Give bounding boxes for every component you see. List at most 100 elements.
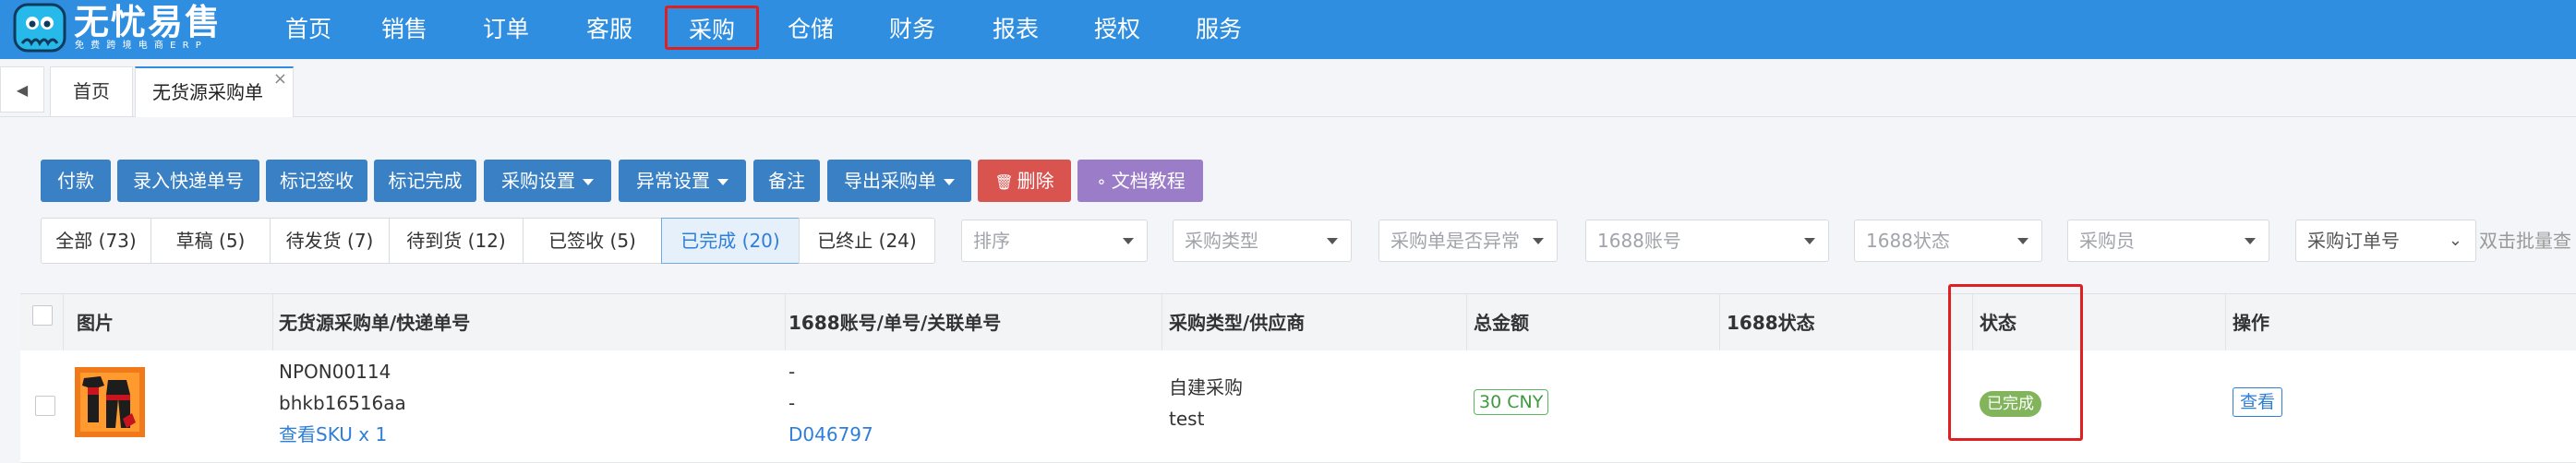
app-logo-text: 无忧易售 xyxy=(74,2,223,42)
nav-item-service[interactable]: 服务 xyxy=(1184,0,1254,59)
nav-item-reports[interactable]: 报表 xyxy=(981,0,1051,59)
purchase-order-number: NPON00114 xyxy=(279,361,391,383)
pay-button[interactable]: 付款 xyxy=(41,160,111,202)
chevron-down-icon xyxy=(1804,238,1815,244)
related-order-link[interactable]: D046797 xyxy=(788,419,873,450)
exception-status-select[interactable]: 采购单是否异常 xyxy=(1378,220,1558,262)
sort-select-placeholder: 排序 xyxy=(973,230,1010,252)
chevron-down-icon xyxy=(583,179,594,185)
status-1688-select[interactable]: 1688状态 xyxy=(1854,220,2042,262)
row-checkbox[interactable] xyxy=(35,396,55,416)
docs-tutorial-button[interactable]: ⚬ 文档教程 xyxy=(1077,160,1203,202)
close-icon[interactable]: × xyxy=(273,55,287,103)
chevron-down-icon xyxy=(717,179,728,185)
column-header-1688-account: 1688账号/单号/关联单号 xyxy=(788,312,1002,334)
export-purchase-orders-dropdown[interactable]: 导出采购单 xyxy=(827,160,971,202)
column-header-order-number: 无货源采购单/快递单号 xyxy=(279,312,471,334)
mark-received-button[interactable]: 标记签收 xyxy=(266,160,367,202)
filter-draft[interactable]: 草稿 (5) xyxy=(150,218,271,264)
account-1688-value: - xyxy=(788,361,796,383)
chevron-down-icon: ⌄ xyxy=(2448,231,2462,250)
select-all-checkbox[interactable] xyxy=(32,305,53,326)
tab-label: 无货源采购单 xyxy=(152,81,263,103)
account-1688-placeholder: 1688账号 xyxy=(1597,230,1681,252)
purchase-type-select[interactable]: 采购类型 xyxy=(1173,220,1352,262)
column-divider xyxy=(272,294,273,351)
bulk-search-input[interactable]: 双击批量查 xyxy=(2479,220,2571,262)
column-header-purchase-type: 采购类型/供应商 xyxy=(1169,312,1306,334)
supplier-value: test xyxy=(1169,408,1205,430)
view-button[interactable]: 查看 xyxy=(2233,387,2283,417)
filter-pending-shipment[interactable]: 待发货 (7) xyxy=(270,218,390,264)
enter-tracking-number-button[interactable]: 录入快递单号 xyxy=(117,160,259,202)
exception-settings-label: 异常设置 xyxy=(636,170,710,192)
column-divider xyxy=(1972,294,1973,351)
top-navigation-bar: 无忧易售 免 费 跨 境 电 商 E R P 首页 销售 订单 客服 采购 仓储… xyxy=(0,0,2576,59)
status-badge: 已完成 xyxy=(1980,391,2041,417)
order-1688-value: - xyxy=(788,392,796,414)
exception-status-placeholder: 采购单是否异常 xyxy=(1390,230,1520,252)
sort-select[interactable]: 排序 xyxy=(961,220,1148,262)
product-thumbnail-image[interactable] xyxy=(75,367,145,437)
filter-received[interactable]: 已签收 (5) xyxy=(523,218,662,264)
page-tabs-bar: ◀ 首页 无货源采购单 × xyxy=(0,59,2576,117)
caret-left-icon: ◀ xyxy=(16,80,29,99)
column-divider xyxy=(1719,294,1720,351)
chevron-down-icon xyxy=(1123,238,1134,244)
nav-item-orders[interactable]: 订单 xyxy=(471,0,541,59)
chevron-down-icon xyxy=(1533,238,1544,244)
octopus-logo-icon xyxy=(13,3,66,53)
filter-all[interactable]: 全部 (73) xyxy=(41,218,151,264)
account-1688-select[interactable]: 1688账号 xyxy=(1585,220,1829,262)
column-header-actions: 操作 xyxy=(2233,312,2269,334)
tabs-scroll-left-button[interactable]: ◀ xyxy=(0,66,44,113)
tracking-number: bhkb16516aa xyxy=(279,392,406,414)
chevron-down-icon xyxy=(2017,238,2028,244)
tab-purchase-orders[interactable]: 无货源采购单 × xyxy=(135,66,294,117)
purchaser-select[interactable]: 采购员 xyxy=(2067,220,2269,262)
trash-icon: 🗑 xyxy=(994,173,1014,191)
total-amount-badge: 30 CNY xyxy=(1474,389,1549,415)
filter-pending-arrival[interactable]: 待到货 (12) xyxy=(389,218,524,264)
tab-home[interactable]: 首页 xyxy=(50,66,133,117)
nav-item-authorization[interactable]: 授权 xyxy=(1082,0,1152,59)
nav-item-sales[interactable]: 销售 xyxy=(369,0,439,59)
chevron-down-icon xyxy=(944,179,955,185)
column-header-1688-status: 1688状态 xyxy=(1727,312,1815,334)
export-label: 导出采购单 xyxy=(844,170,936,192)
purchaser-placeholder: 采购员 xyxy=(2079,230,2135,252)
remark-button[interactable]: 备注 xyxy=(753,160,820,202)
nav-item-customer-service[interactable]: 客服 xyxy=(574,0,644,59)
status-1688-placeholder: 1688状态 xyxy=(1866,230,1950,252)
nav-item-finance[interactable]: 财务 xyxy=(877,0,947,59)
view-sku-link[interactable]: 查看SKU x 1 xyxy=(279,419,387,450)
app-logo-subtitle: 免 费 跨 境 电 商 E R P xyxy=(75,41,203,51)
column-divider xyxy=(63,294,64,351)
mark-completed-button[interactable]: 标记完成 xyxy=(374,160,476,202)
column-header-status: 状态 xyxy=(1980,312,2016,334)
delete-button[interactable]: 🗑 删除 xyxy=(978,160,1071,202)
docs-tutorial-label: 文档教程 xyxy=(1111,170,1186,192)
nav-item-purchasing[interactable]: 采购 xyxy=(665,6,759,50)
column-header-total: 总金额 xyxy=(1474,312,1529,334)
column-divider xyxy=(785,294,786,351)
chevron-down-icon xyxy=(1327,238,1338,244)
column-divider xyxy=(2225,294,2226,351)
purchase-settings-dropdown[interactable]: 采购设置 xyxy=(484,160,611,202)
table-header: 图片 无货源采购单/快递单号 1688账号/单号/关联单号 采购类型/供应商 总… xyxy=(20,293,2576,352)
purchase-type-placeholder: 采购类型 xyxy=(1185,230,1258,252)
filter-completed[interactable]: 已完成 (20) xyxy=(661,218,800,264)
nav-item-home[interactable]: 首页 xyxy=(273,0,343,59)
column-divider xyxy=(1466,294,1467,351)
purchase-order-number-label: 采购订单号 xyxy=(2307,230,2400,252)
chevron-down-icon xyxy=(2245,238,2256,244)
lightbulb-icon: ⚬ xyxy=(1095,173,1108,191)
delete-label: 删除 xyxy=(1017,170,1054,192)
purchase-settings-label: 采购设置 xyxy=(501,170,575,192)
filter-terminated[interactable]: 已终止 (24) xyxy=(799,218,935,264)
table-row: NPON00114 bhkb16516aa 查看SKU x 1 - - D046… xyxy=(20,350,2576,463)
column-header-image: 图片 xyxy=(77,312,114,334)
nav-item-warehouse[interactable]: 仓储 xyxy=(776,0,846,59)
exception-settings-dropdown[interactable]: 异常设置 xyxy=(619,160,746,202)
purchase-order-number-type-select[interactable]: 采购订单号 ⌄ xyxy=(2295,220,2476,262)
